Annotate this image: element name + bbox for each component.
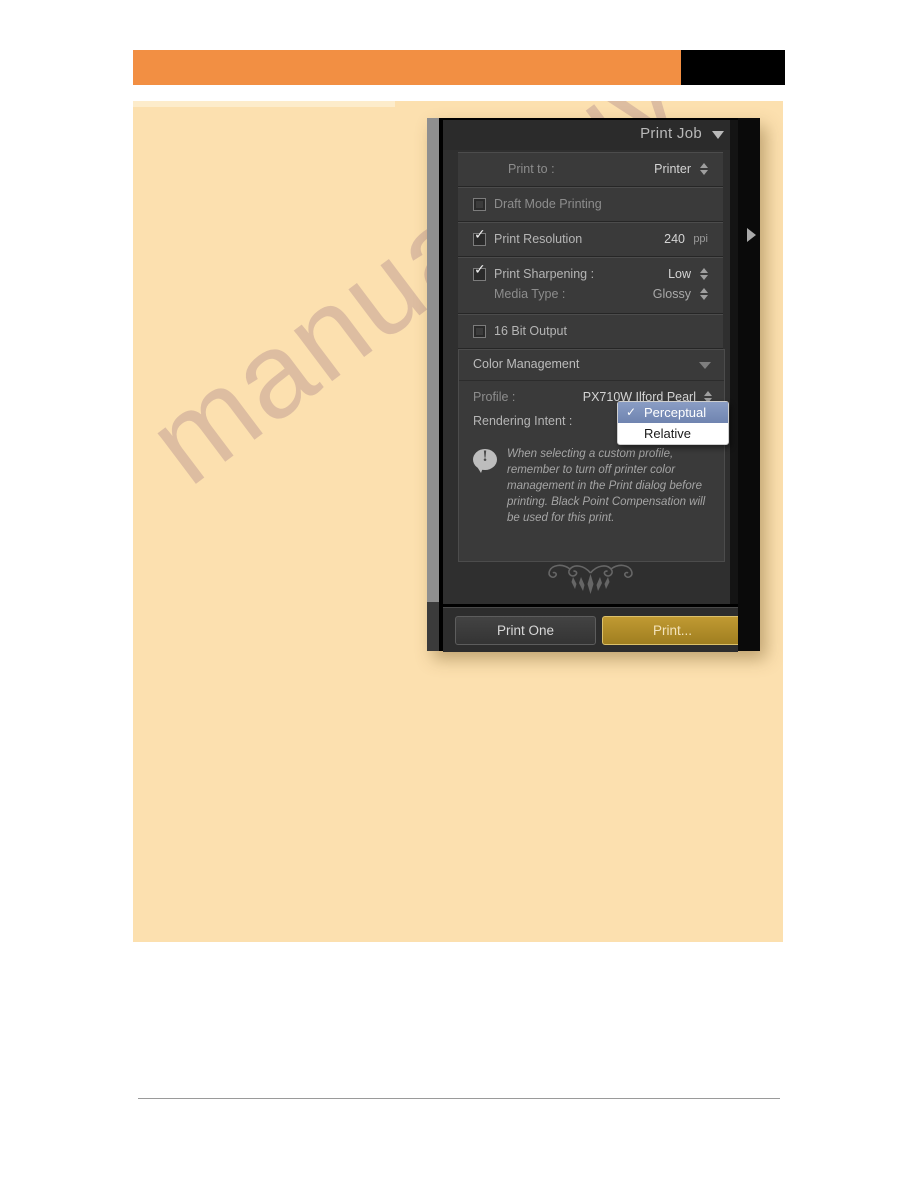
rendering-intent-dropdown[interactable]: ✓ Perceptual Relative	[617, 401, 729, 445]
page-header-band	[133, 50, 785, 85]
checkmark-icon: ✓	[474, 262, 486, 278]
print-job-panel-window: Print Job Print to : Printer Draft Mode …	[427, 118, 760, 652]
checkmark-icon: ✓	[626, 405, 637, 419]
color-management-note: When selecting a custom profile, remembe…	[507, 448, 706, 524]
print-button[interactable]: Print...	[602, 616, 743, 645]
stepper-down-icon	[700, 170, 708, 175]
color-management-title: Color Management	[473, 357, 580, 371]
stepper-up-icon	[700, 268, 708, 273]
print-sharpening-checkbox[interactable]: ✓	[473, 263, 486, 281]
print-one-button[interactable]: Print One	[455, 616, 596, 645]
header-black-block	[681, 50, 785, 85]
color-management-header[interactable]: Color Management	[459, 350, 724, 381]
footer-rule	[138, 1098, 780, 1099]
checkbox-inner	[476, 328, 483, 335]
bubble-tail	[476, 465, 484, 473]
stepper-up-icon	[700, 288, 708, 293]
print-to-value: Printer	[654, 162, 691, 176]
print-resolution-unit: ppi	[693, 233, 708, 245]
stepper-down-icon	[700, 295, 708, 300]
triangle-down-icon[interactable]	[699, 362, 711, 369]
checkbox-inner	[476, 201, 483, 208]
rendering-intent-label: Rendering Intent :	[473, 414, 573, 428]
panel-left-gutter-lower	[427, 602, 439, 651]
decorative-flourish-icon	[548, 564, 633, 594]
exclamation-bubble-icon: !	[473, 448, 497, 473]
print-sharpening-value: Low	[668, 267, 691, 281]
profile-label: Profile :	[473, 390, 516, 404]
document-body-tab	[133, 101, 395, 107]
print-job-title-row[interactable]: Print Job	[443, 120, 738, 150]
media-type-value: Glossy	[652, 287, 691, 301]
page-title: Print Job	[640, 125, 702, 142]
row-print-sharpening[interactable]: ✓ Print Sharpening : Low Media Type : Gl…	[458, 257, 723, 314]
row-16bit-output[interactable]: 16 Bit Output	[458, 314, 723, 349]
bubble-exclamation: !	[482, 448, 488, 465]
print-resolution-value[interactable]: 240	[664, 232, 685, 246]
draft-mode-checkbox[interactable]	[473, 198, 486, 211]
dropdown-option-perceptual[interactable]: ✓ Perceptual	[618, 402, 728, 423]
media-type-label: Media Type :	[494, 287, 566, 301]
dropdown-option-label: Perceptual	[644, 405, 707, 420]
sixteen-bit-label: 16 Bit Output	[494, 324, 567, 338]
row-draft-mode[interactable]: Draft Mode Printing	[458, 187, 723, 222]
panel-left-gutter	[427, 118, 439, 651]
print-job-panel: Print Job Print to : Printer Draft Mode …	[443, 120, 743, 652]
row-print-to[interactable]: Print to : Printer	[458, 152, 723, 187]
sixteen-bit-checkbox[interactable]	[473, 325, 486, 338]
stepper-up-icon	[704, 391, 712, 396]
draft-mode-label: Draft Mode Printing	[494, 197, 602, 211]
dropdown-option-label: Relative	[644, 426, 691, 441]
stepper-down-icon	[700, 275, 708, 280]
print-resolution-checkbox[interactable]: ✓	[473, 228, 486, 246]
checkmark-icon: ✓	[474, 227, 486, 243]
stepper-up-icon	[700, 163, 708, 168]
color-management-block: Color Management Profile : PX710W Ilford…	[458, 349, 725, 562]
print-to-stepper[interactable]	[700, 162, 708, 176]
triangle-right-icon[interactable]	[747, 228, 756, 242]
triangle-down-icon[interactable]	[712, 131, 724, 139]
panel-right-gutter	[738, 118, 760, 651]
print-to-label: Print to :	[508, 162, 555, 176]
header-orange-bar	[133, 50, 681, 85]
document-body: manualshive.com Print Job Print to : Pri…	[133, 101, 783, 942]
panel-button-bar: Print One Print...	[443, 607, 743, 652]
dropdown-option-relative[interactable]: Relative	[618, 423, 728, 444]
print-resolution-label: Print Resolution	[494, 232, 583, 246]
row-print-resolution[interactable]: ✓ Print Resolution 240 ppi	[458, 222, 723, 257]
print-sharpening-stepper[interactable]	[700, 267, 708, 281]
print-sharpening-label: Print Sharpening :	[494, 267, 595, 281]
media-type-stepper[interactable]	[700, 287, 708, 301]
